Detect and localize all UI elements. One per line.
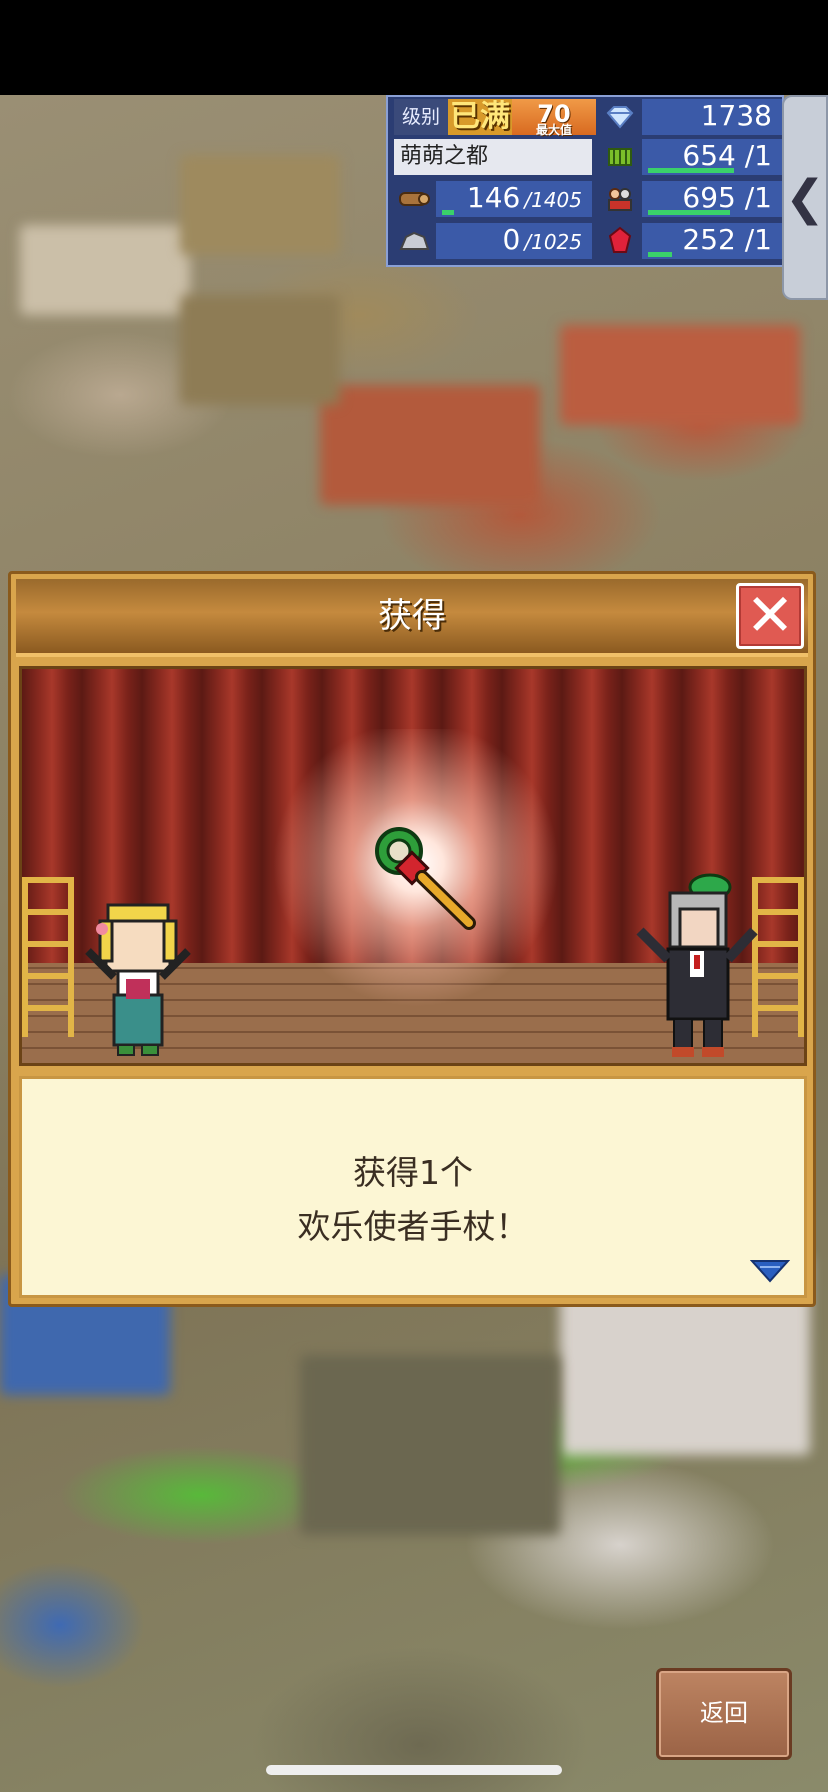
diamond-icon	[600, 99, 640, 135]
wood-icon	[394, 181, 434, 217]
ruby-count: 252 /1	[642, 223, 782, 259]
city-name: 萌萌之都	[394, 139, 592, 175]
reward-stage-scene	[19, 666, 807, 1066]
message-line-2: 欢乐使者手杖！	[297, 1207, 529, 1246]
reward-dialog: 获得 ✕ 获得1个 欢乐使者手杖！	[8, 571, 816, 1307]
level-number-badge: 70 最大值	[512, 99, 596, 137]
people-icon	[600, 181, 640, 217]
back-button[interactable]: 返回	[656, 1668, 792, 1760]
scaffold-left	[22, 877, 74, 1037]
side-menu-tab[interactable]: ❮	[782, 95, 828, 300]
map-building	[20, 225, 190, 315]
ruby-icon	[600, 223, 640, 259]
dialog-header: 获得 ✕	[16, 579, 808, 657]
diamond-count: 1738	[642, 99, 782, 135]
close-button[interactable]: ✕	[736, 583, 804, 649]
food-icon	[600, 139, 640, 175]
wood-bar	[442, 210, 454, 215]
resource-hud: 级别 已满 70 最大值 1738 萌萌之都 654 /1 146/1405 6…	[386, 95, 784, 267]
map-field	[180, 295, 340, 405]
wood-count: 146/1405	[436, 181, 592, 217]
level-label: 级别	[394, 99, 448, 135]
staff-item-icon	[375, 827, 476, 930]
message-line-1: 获得1个	[353, 1153, 473, 1192]
map-farm	[560, 325, 800, 425]
butler-character	[636, 873, 758, 1057]
girl-character	[85, 903, 191, 1056]
ruby-bar	[648, 252, 672, 257]
chevron-left-icon: ❮	[784, 169, 826, 226]
home-indicator[interactable]	[266, 1765, 562, 1775]
level-max-label: 最大值	[535, 123, 572, 137]
map-farm	[320, 385, 540, 505]
status-bar	[0, 0, 828, 95]
message-box[interactable]: 获得1个 欢乐使者手杖！	[19, 1076, 807, 1298]
level-value: 已满	[448, 99, 512, 135]
people-bar	[648, 210, 730, 215]
close-icon: ✕	[745, 581, 795, 649]
map-building	[180, 155, 340, 255]
map-park	[300, 1355, 560, 1535]
food-bar	[648, 168, 734, 173]
stone-count: 0/1025	[436, 223, 592, 259]
triangle-down-icon	[750, 1260, 790, 1283]
stone-icon	[394, 223, 434, 259]
food-count: 654 /1	[642, 139, 782, 175]
people-count: 695 /1	[642, 181, 782, 217]
dialog-title: 获得	[378, 596, 446, 636]
